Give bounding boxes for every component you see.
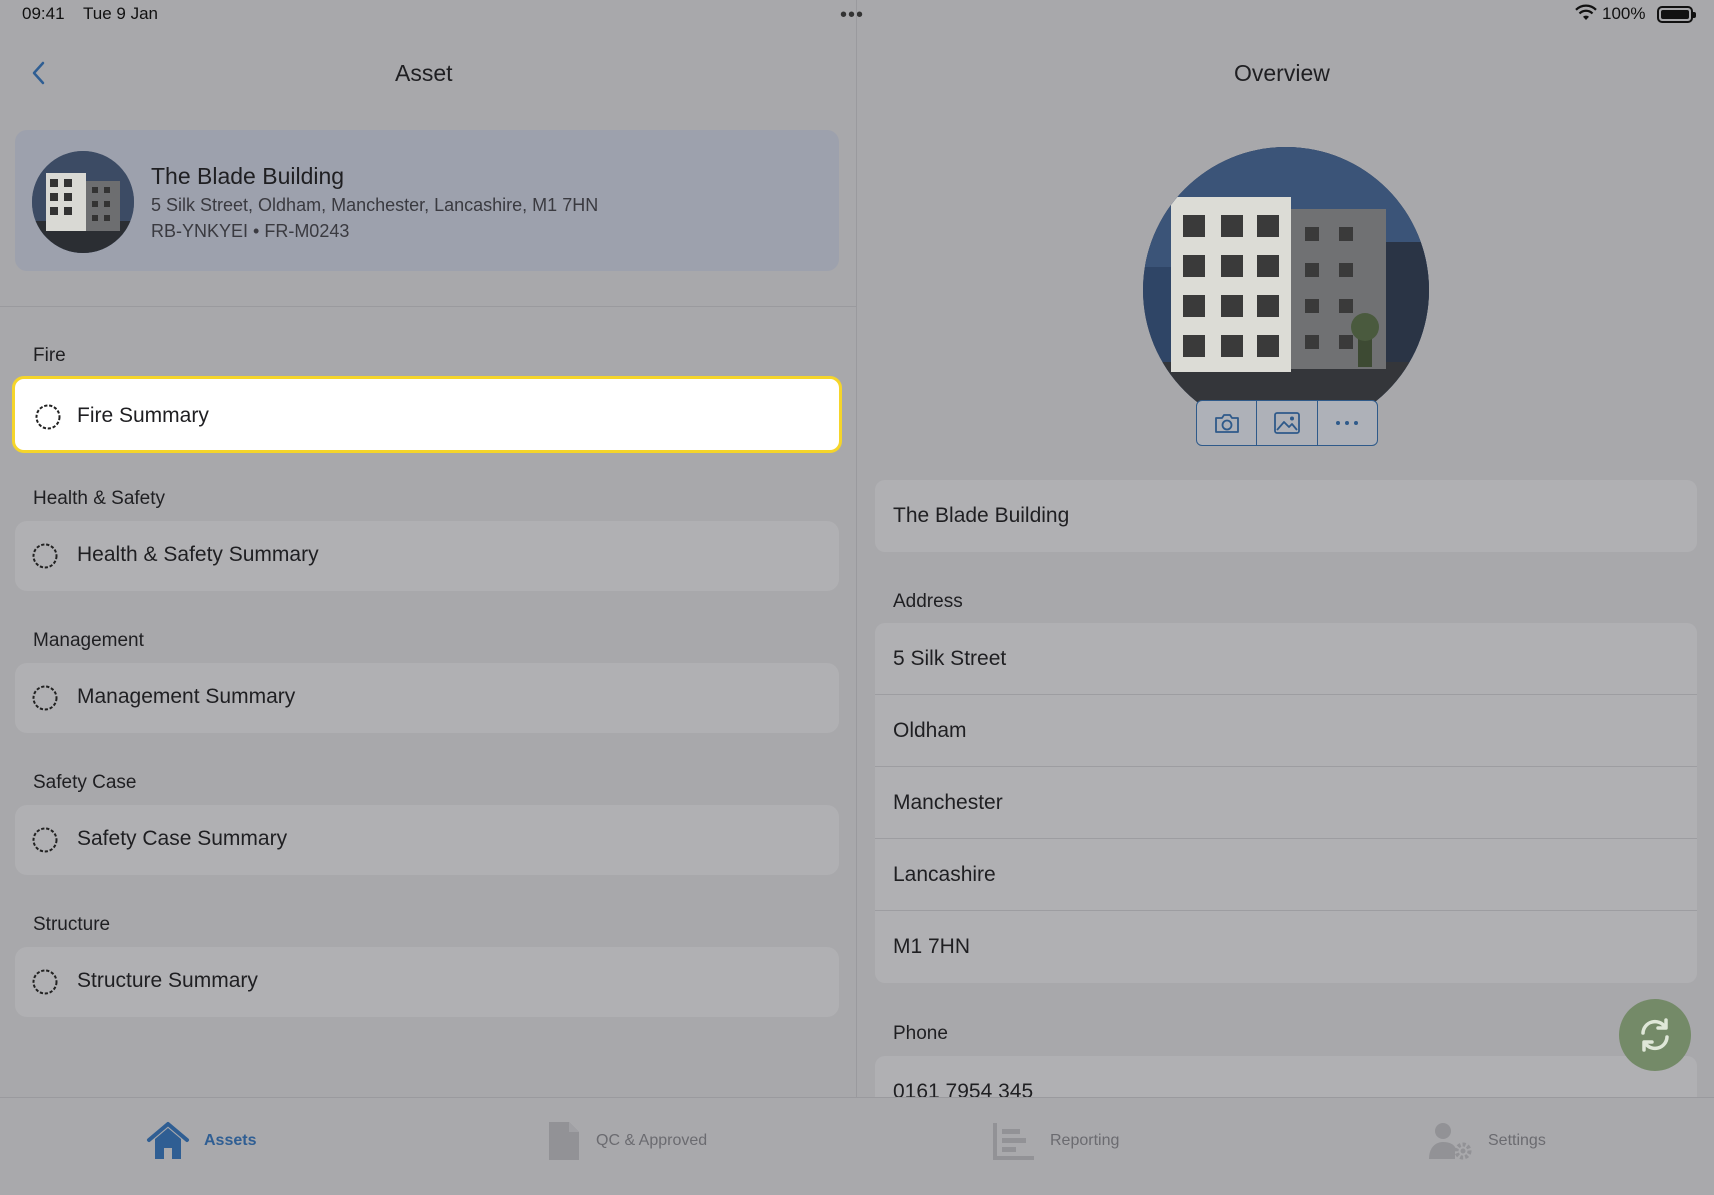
overview-title: Overview	[1234, 60, 1330, 86]
tab-settings[interactable]: Settings	[1428, 1116, 1546, 1166]
address-line-2-field[interactable]: Oldham	[875, 695, 1697, 767]
row-label: Management Summary	[77, 685, 296, 708]
phone-value: 0161 7954 345	[893, 1080, 1034, 1097]
row-label: Fire Summary	[77, 404, 209, 427]
back-chevron-icon[interactable]	[28, 58, 52, 88]
loading-spinner-icon	[32, 685, 58, 711]
address-line-3-field[interactable]: Manchester	[875, 767, 1697, 839]
address-label: Address	[893, 591, 963, 612]
asset-photo	[1143, 147, 1429, 433]
postcode-field[interactable]: M1 7HN	[875, 911, 1697, 983]
asset-name: The Blade Building	[151, 163, 345, 189]
camera-icon	[1214, 414, 1239, 433]
wifi-icon	[1575, 4, 1597, 20]
sync-icon	[1641, 1018, 1669, 1052]
tab-bar: Assets QC & Approved Reporting Settings	[0, 1097, 1714, 1195]
row-label: Health & Safety Summary	[77, 543, 319, 566]
battery-percentage: 100%	[1602, 4, 1646, 23]
more-options-button[interactable]	[1318, 401, 1377, 445]
health-safety-summary-row[interactable]: Health & Safety Summary	[15, 521, 839, 591]
status-bar: 09:41 Tue 9 Jan ••• 100%	[0, 0, 1714, 30]
image-icon	[1274, 412, 1300, 434]
loading-spinner-icon	[32, 543, 58, 569]
status-time: 09:41	[22, 4, 65, 23]
asset-name-value: The Blade Building	[893, 504, 1070, 527]
address-line-1-field[interactable]: 5 Silk Street	[875, 623, 1697, 695]
tab-reporting[interactable]: Reporting	[992, 1116, 1119, 1166]
status-date: Tue 9 Jan	[83, 4, 158, 23]
section-header-structure: Structure	[33, 914, 111, 935]
document-icon	[549, 1122, 579, 1160]
tab-label: Reporting	[1050, 1132, 1120, 1149]
asset-pane: Asset The Blade Building 5 Silk Street, …	[0, 30, 856, 1097]
address-line-1: 5 Silk Street	[893, 647, 1007, 670]
tab-label: Settings	[1488, 1132, 1546, 1149]
postcode: M1 7HN	[893, 935, 971, 958]
page-title: Asset	[395, 60, 453, 86]
tab-label: Assets	[204, 1132, 257, 1149]
asset-name-field[interactable]: The Blade Building	[875, 480, 1697, 552]
tab-qc-approved[interactable]: QC & Approved	[546, 1116, 707, 1166]
user-gear-icon	[1429, 1123, 1472, 1160]
asset-avatar	[32, 151, 134, 253]
section-header-fire: Fire	[33, 345, 66, 366]
photo-actions	[1196, 400, 1378, 446]
row-label: Structure Summary	[77, 969, 258, 992]
multitasking-dots-icon[interactable]: •••	[840, 4, 864, 27]
address-line-3: Manchester	[893, 791, 1003, 814]
structure-summary-row[interactable]: Structure Summary	[15, 947, 839, 1017]
camera-button[interactable]	[1197, 401, 1258, 445]
section-header-health-safety: Health & Safety	[33, 488, 166, 509]
tab-assets[interactable]: Assets	[146, 1116, 256, 1166]
section-header-safety-case: Safety Case	[33, 772, 137, 793]
asset-codes: RB-YNKYEI • FR-M0243	[151, 221, 350, 241]
address-line-2: Oldham	[893, 719, 967, 742]
asset-card[interactable]: The Blade Building 5 Silk Street, Oldham…	[15, 130, 839, 271]
section-header-management: Management	[33, 630, 144, 651]
row-label: Safety Case Summary	[77, 827, 288, 850]
asset-address: 5 Silk Street, Oldham, Manchester, Lanca…	[151, 195, 599, 215]
tab-label: QC & Approved	[596, 1132, 708, 1149]
loading-spinner-icon	[35, 404, 61, 430]
battery-icon	[1657, 6, 1696, 23]
fire-summary-row[interactable]: Fire Summary	[12, 376, 842, 453]
ellipsis-icon	[1336, 421, 1359, 425]
sync-button[interactable]	[1619, 999, 1691, 1071]
report-icon	[993, 1123, 1034, 1160]
address-line-4: Lancashire	[893, 863, 996, 886]
management-summary-row[interactable]: Management Summary	[15, 663, 839, 733]
phone-field[interactable]: 0161 7954 345	[875, 1056, 1697, 1097]
section-divider	[0, 306, 856, 307]
photo-library-button[interactable]	[1257, 401, 1318, 445]
safety-case-summary-row[interactable]: Safety Case Summary	[15, 805, 839, 875]
overview-pane: Overview The Blade Building Address 5 Si…	[857, 30, 1714, 1097]
address-line-4-field[interactable]: Lancashire	[875, 839, 1697, 911]
loading-spinner-icon	[32, 969, 58, 995]
phone-label: Phone	[893, 1023, 948, 1044]
loading-spinner-icon	[32, 827, 58, 853]
house-icon	[147, 1122, 189, 1159]
